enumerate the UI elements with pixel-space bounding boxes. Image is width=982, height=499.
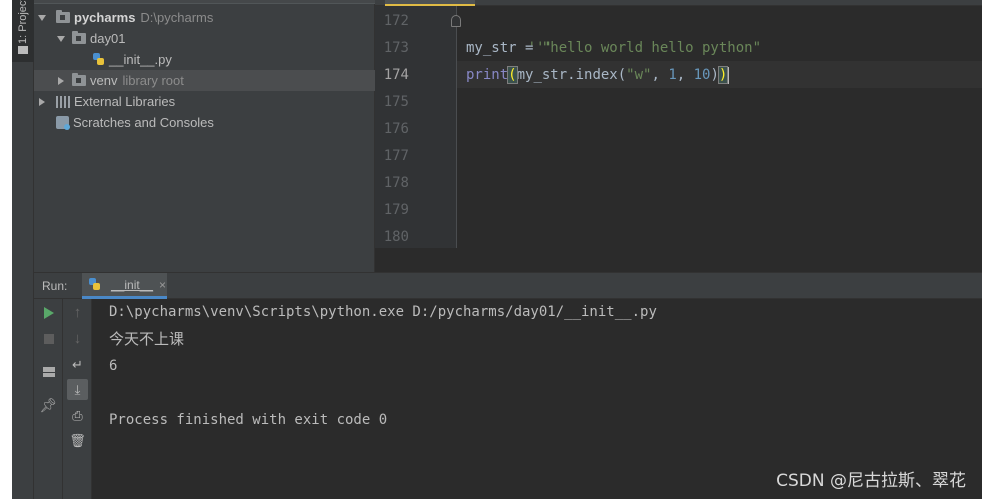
tree-item-label: External Libraries (74, 94, 176, 109)
line-number-current: 174 (383, 67, 409, 83)
code-line-173[interactable]: my_str = "hello world hello python" (466, 35, 761, 62)
line-number: 175 (383, 94, 409, 110)
run-toolbar-primary: 📌︎ (34, 299, 63, 499)
scratches-icon (56, 116, 70, 130)
code-bracket: ) (710, 67, 719, 83)
tree-item-pycharms[interactable]: pycharms D:\pycharms (34, 7, 375, 28)
fold-marker-icon[interactable] (451, 15, 461, 27)
project-panel-header (34, 0, 375, 4)
project-panel: pycharms D:\pycharms day01 __init__.py v… (34, 0, 375, 272)
project-tool-tab[interactable]: 1: Project (12, 0, 34, 62)
tree-item-external-libraries[interactable]: External Libraries (34, 91, 375, 112)
console-line: 今天不上课 (109, 330, 185, 348)
arrow-up-icon[interactable]: ↑ (67, 302, 88, 323)
folder-icon (72, 73, 86, 86)
arrow-down-icon[interactable]: ↓ (67, 328, 88, 349)
line-number: 178 (383, 175, 409, 191)
chevron-right-icon[interactable] (55, 75, 67, 87)
code-number: 10 (693, 67, 711, 83)
watermark: CSDN @尼古拉斯、翠花 (776, 471, 966, 491)
code-bracket-match: ) (717, 66, 729, 84)
code-call: my_str.index( (516, 67, 627, 83)
run-label: Run: (42, 279, 68, 293)
text-cursor (727, 66, 730, 84)
pin-icon[interactable]: 📌︎ (38, 395, 59, 416)
code-builtin: print (466, 67, 509, 83)
soft-wrap-icon[interactable]: ↵ (67, 354, 88, 375)
editor-horizontal-scroll-area (375, 248, 982, 272)
console-line: 6 (109, 358, 118, 374)
chevron-down-icon[interactable] (36, 12, 48, 24)
tree-item-init-py[interactable]: __init__.py (34, 49, 375, 70)
print-icon[interactable]: ⎙ (67, 405, 88, 426)
tree-item-venv[interactable]: venv library root (34, 70, 375, 91)
tree-item-scratches[interactable]: Scratches and Consoles (34, 112, 375, 133)
python-file-icon (92, 53, 105, 66)
left-tool-strip: 1: Project (12, 0, 34, 499)
trash-icon[interactable]: 🗑︎ (67, 430, 88, 451)
line-number: 179 (383, 202, 409, 218)
python-file-icon (88, 278, 101, 291)
project-tool-icon (18, 46, 28, 54)
run-tool-window-header: Run: __init__ × (34, 272, 982, 299)
tree-item-path: D:\pycharms (140, 10, 214, 25)
editor-tab-strip (375, 0, 982, 6)
run-toolbar-secondary: ↑ ↓ ↵ ⤓ ⎙ 🗑︎ (63, 299, 92, 499)
tree-item-label: day01 (90, 31, 126, 46)
tree-item-label: pycharms (74, 10, 136, 25)
tree-item-note: library root (122, 73, 184, 88)
folder-icon (56, 10, 70, 23)
line-number: 180 (383, 229, 409, 245)
line-number: 176 (383, 121, 409, 137)
scroll-to-end-icon[interactable]: ⤓ (67, 379, 88, 400)
run-tab-label[interactable]: __init__ (111, 278, 153, 292)
line-number: 173 (383, 40, 409, 56)
line-number: 172 (383, 13, 409, 29)
code-bracket-match: ( (507, 66, 518, 84)
tree-item-label: venv (90, 73, 118, 88)
chevron-right-icon[interactable] (36, 96, 48, 108)
run-tab-init[interactable]: __init__ × (82, 273, 167, 299)
close-icon[interactable]: × (159, 278, 166, 292)
tree-item-label: Scratches and Consoles (73, 115, 214, 130)
code-string: "w" (626, 67, 652, 83)
layout-icon[interactable] (38, 361, 59, 382)
libraries-icon (56, 95, 70, 108)
tree-item-label: __init__.py (109, 52, 172, 67)
console-line: Process finished with exit code 0 (109, 412, 388, 428)
project-tool-tab-label[interactable]: 1: Project (17, 0, 29, 44)
folder-icon (72, 31, 86, 44)
code-separator: , (676, 67, 694, 83)
pycharm-window: 1: Project pycharms D:\pycharms day01 __… (12, 0, 982, 499)
code-string: "hello world hello python" (541, 40, 762, 56)
code-identifier: my_str = (466, 40, 542, 56)
code-separator: , (651, 67, 669, 83)
play-icon[interactable] (38, 302, 59, 323)
code-line-174[interactable]: print(my_str.index("w", 1, 10)) (466, 62, 730, 89)
line-number: 177 (383, 148, 409, 164)
chevron-down-icon[interactable] (55, 33, 67, 45)
tree-item-day01[interactable]: day01 (34, 28, 375, 49)
console-line: D:\pycharms\venv\Scripts\python.exe D:/p… (109, 304, 657, 320)
code-number: 1 (668, 67, 677, 83)
stop-icon[interactable] (38, 328, 59, 349)
code-editor[interactable]: 172 173 174 175 176 177 178 179 180 ''' … (375, 0, 982, 272)
